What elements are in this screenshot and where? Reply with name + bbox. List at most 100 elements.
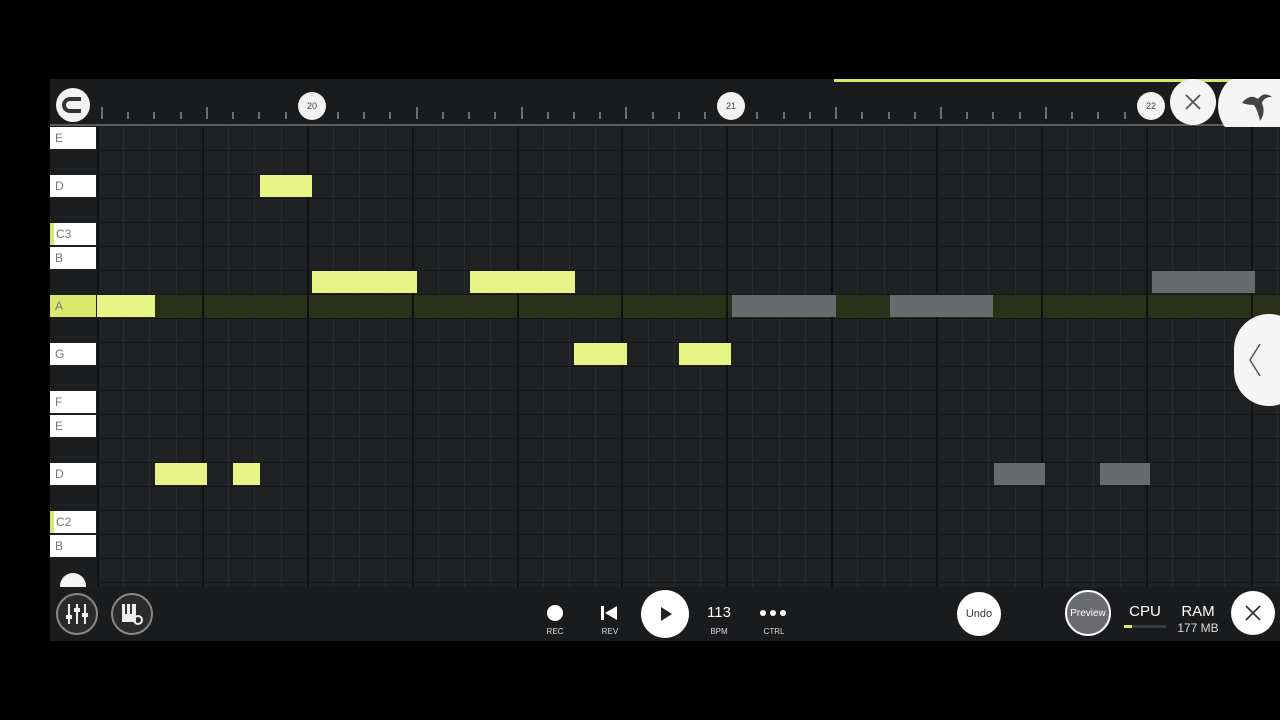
close-bottom-button[interactable] bbox=[1231, 591, 1275, 635]
piano-key-d3[interactable]: D bbox=[50, 175, 96, 197]
grid-horizontal-line bbox=[97, 150, 1280, 151]
transport-bar: REC REV 113 BPM CTRL Undo Preview CPU RA… bbox=[50, 587, 1280, 641]
close-icon bbox=[1185, 94, 1201, 110]
preview-button[interactable]: Preview bbox=[1065, 590, 1111, 636]
bar-marker-22[interactable]: 22 bbox=[1137, 92, 1165, 120]
side-panel-toggle[interactable] bbox=[1234, 314, 1280, 406]
grid-vertical-line bbox=[962, 127, 963, 587]
piano-settings-icon bbox=[122, 604, 143, 625]
fl-fruit-logo-icon bbox=[1242, 94, 1272, 121]
ruler-tick bbox=[913, 112, 916, 119]
note-d3[interactable] bbox=[260, 175, 312, 197]
piano-key-e2[interactable]: E bbox=[50, 415, 96, 437]
grid-vertical-line bbox=[779, 127, 780, 587]
ruler-tick bbox=[441, 112, 444, 119]
grid-vertical-line bbox=[176, 127, 177, 587]
ghost-note-d2[interactable] bbox=[1100, 463, 1150, 485]
note-d2[interactable] bbox=[233, 463, 260, 485]
ruler-tick bbox=[389, 112, 392, 119]
piano-key-g2[interactable]: G bbox=[50, 343, 96, 365]
note-g2[interactable] bbox=[679, 343, 731, 365]
note-g2[interactable] bbox=[574, 343, 627, 365]
cpu-label: CPU bbox=[1129, 603, 1161, 620]
note-a-sharp2[interactable] bbox=[470, 271, 575, 293]
note-grid[interactable] bbox=[97, 127, 1280, 587]
ruler-tick bbox=[599, 112, 602, 119]
grid-vertical-line bbox=[123, 127, 124, 587]
bpm-value[interactable]: 113 bbox=[694, 604, 744, 621]
play-button[interactable] bbox=[641, 590, 689, 638]
piano-key-e3[interactable]: E bbox=[50, 127, 96, 149]
record-button[interactable] bbox=[547, 605, 563, 621]
ruler-tick bbox=[258, 112, 261, 119]
grid-vertical-line bbox=[1146, 127, 1148, 587]
ghost-note-a-sharp2[interactable] bbox=[1152, 271, 1255, 293]
piano-key-f2[interactable]: F bbox=[50, 391, 96, 413]
playback-progress-line bbox=[834, 79, 1230, 82]
piano-key-a2[interactable]: A bbox=[50, 295, 96, 317]
grid-vertical-line bbox=[1224, 127, 1225, 587]
ruler-tick bbox=[835, 107, 838, 119]
note-a-sharp2[interactable] bbox=[312, 271, 417, 293]
grid-vertical-line bbox=[648, 127, 649, 587]
grid-vertical-line bbox=[1093, 127, 1094, 587]
undo-button[interactable]: Undo bbox=[957, 592, 1001, 636]
ruler-tick bbox=[756, 112, 759, 119]
ruler-tick bbox=[415, 107, 418, 119]
ruler-tick bbox=[1044, 107, 1047, 119]
bar-marker-20[interactable]: 20 bbox=[298, 92, 326, 120]
piano-key-c2[interactable]: C2 bbox=[50, 511, 96, 533]
ruler-tick bbox=[1097, 112, 1100, 119]
ghost-note-a2[interactable] bbox=[732, 295, 836, 317]
piano-key-b1[interactable]: B bbox=[50, 535, 96, 557]
ruler-tick bbox=[1123, 112, 1126, 119]
grid-vertical-line bbox=[831, 127, 833, 587]
ruler-tick bbox=[966, 112, 969, 119]
ruler-tick bbox=[625, 107, 628, 119]
note-d2[interactable] bbox=[155, 463, 207, 485]
ruler-tick bbox=[782, 112, 785, 119]
grid-vertical-line bbox=[254, 127, 255, 587]
ruler-tick bbox=[101, 107, 103, 119]
grid-vertical-line bbox=[149, 127, 150, 587]
ghost-note-d2[interactable] bbox=[994, 463, 1045, 485]
ghost-note-a2[interactable] bbox=[890, 295, 993, 317]
grid-horizontal-line bbox=[97, 510, 1280, 511]
grid-vertical-line bbox=[805, 127, 806, 587]
grid-vertical-line bbox=[752, 127, 753, 587]
bar-marker-21[interactable]: 21 bbox=[717, 92, 745, 120]
grid-horizontal-line bbox=[97, 582, 1280, 583]
grid-horizontal-line bbox=[97, 198, 1280, 199]
rewind-icon bbox=[601, 606, 617, 620]
piano-key-d2[interactable]: D bbox=[50, 463, 96, 485]
rewind-button[interactable] bbox=[598, 603, 620, 623]
grid-vertical-line bbox=[884, 127, 885, 587]
grid-vertical-line bbox=[464, 127, 465, 587]
ram-value: 177 MB bbox=[1177, 621, 1219, 635]
piano-settings-button[interactable] bbox=[111, 593, 153, 635]
piano-key-c3[interactable]: C3 bbox=[50, 223, 96, 245]
mixer-icon bbox=[66, 604, 88, 624]
piano-keyboard[interactable]: E D C3 B A G F E D C2 B bbox=[50, 127, 96, 587]
grid-vertical-line bbox=[674, 127, 675, 587]
grid-horizontal-line bbox=[97, 390, 1280, 391]
ruler-tick bbox=[179, 112, 182, 119]
ruler-tick bbox=[468, 112, 471, 119]
grid-vertical-line bbox=[412, 127, 414, 587]
piano-key-b2[interactable]: B bbox=[50, 247, 96, 269]
dots-icon bbox=[760, 610, 786, 616]
ruler-tick bbox=[1071, 112, 1074, 119]
ctrl-button[interactable] bbox=[757, 603, 789, 623]
grid-vertical-line bbox=[97, 127, 99, 587]
mixer-button[interactable] bbox=[56, 593, 98, 635]
snap-magnet-button[interactable] bbox=[56, 88, 90, 122]
grid-vertical-line bbox=[910, 127, 911, 587]
timeline-ruler[interactable]: 20 21 22 bbox=[50, 79, 1280, 141]
close-piano-roll-button[interactable] bbox=[1170, 79, 1216, 125]
ruler-tick bbox=[127, 112, 130, 119]
grid-vertical-line bbox=[1172, 127, 1173, 587]
grid-vertical-line bbox=[385, 127, 386, 587]
ruler-tick bbox=[232, 112, 235, 119]
close-icon bbox=[1245, 605, 1261, 621]
note-a2[interactable] bbox=[97, 295, 155, 317]
